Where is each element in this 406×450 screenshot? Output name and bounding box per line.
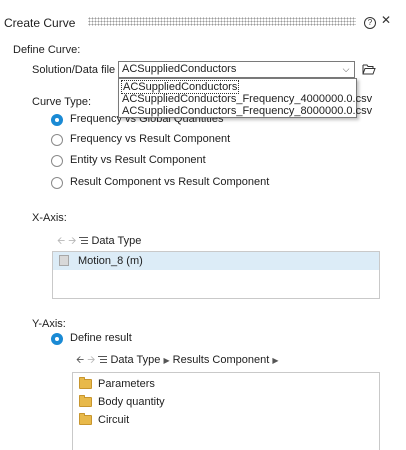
forward-arrow-icon[interactable]: 🡪: [87, 355, 95, 366]
solution-file-label: Solution/Data file: [32, 64, 116, 76]
panel-title: Create Curve: [4, 16, 76, 30]
chevron-right-icon[interactable]: ▶: [272, 356, 278, 365]
back-arrow-icon[interactable]: 🡨: [76, 355, 84, 366]
dropdown-option[interactable]: ACSuppliedConductors_Frequency_4000000.0…: [121, 93, 373, 105]
breadcrumb-item[interactable]: Data Type: [110, 354, 160, 366]
radio-icon[interactable]: [51, 134, 63, 146]
y-axis-list[interactable]: Parameters Body quantity Circuit: [72, 372, 380, 450]
folder-icon: [79, 413, 92, 425]
y-axis-label: Y-Axis:: [32, 318, 66, 330]
selected-file-value: ACSuppliedConductors: [122, 63, 237, 75]
radio-icon[interactable]: [51, 177, 63, 189]
forward-arrow-icon[interactable]: 🡪: [68, 236, 76, 247]
curve-type-label: Curve Type:: [32, 96, 92, 108]
folder-icon: [79, 377, 92, 389]
radio-selected-icon[interactable]: [51, 333, 63, 345]
x-axis-label: X-Axis:: [32, 212, 67, 224]
breadcrumb-item[interactable]: Data Type: [91, 235, 141, 247]
folder-icon: [79, 395, 92, 407]
close-icon[interactable]: ✕: [381, 13, 391, 27]
back-arrow-icon[interactable]: 🡨: [57, 236, 65, 247]
open-folder-icon[interactable]: [362, 63, 376, 78]
chevron-right-icon: ▶: [163, 356, 170, 365]
list-icon[interactable]: [79, 237, 89, 246]
define-curve-label: Define Curve:: [13, 44, 81, 56]
list-icon[interactable]: [98, 356, 108, 365]
chevron-down-icon[interactable]: ⌵: [337, 62, 354, 77]
x-axis-breadcrumb: 🡨 🡪 Data Type: [57, 234, 141, 251]
drag-handle[interactable]: [88, 17, 356, 26]
y-axis-breadcrumb: 🡨 🡪 Data Type ▶ Results Component ▶: [76, 353, 279, 370]
help-icon[interactable]: ?: [364, 14, 376, 29]
solution-file-select[interactable]: ACSuppliedConductors ⌵: [118, 61, 355, 78]
list-item[interactable]: Motion_8 (m): [53, 252, 379, 270]
file-dropdown-list[interactable]: ACSuppliedConductors ACSuppliedConductor…: [118, 78, 372, 118]
x-axis-list[interactable]: Motion_8 (m): [52, 251, 380, 299]
radio-selected-icon[interactable]: [51, 114, 63, 126]
dropdown-option[interactable]: ACSuppliedConductors: [121, 80, 240, 94]
breadcrumb-item[interactable]: Results Component: [173, 354, 270, 366]
radio-icon[interactable]: [51, 155, 63, 167]
entity-icon: [59, 255, 69, 266]
dropdown-option[interactable]: ACSuppliedConductors_Frequency_8000000.0…: [121, 105, 373, 117]
